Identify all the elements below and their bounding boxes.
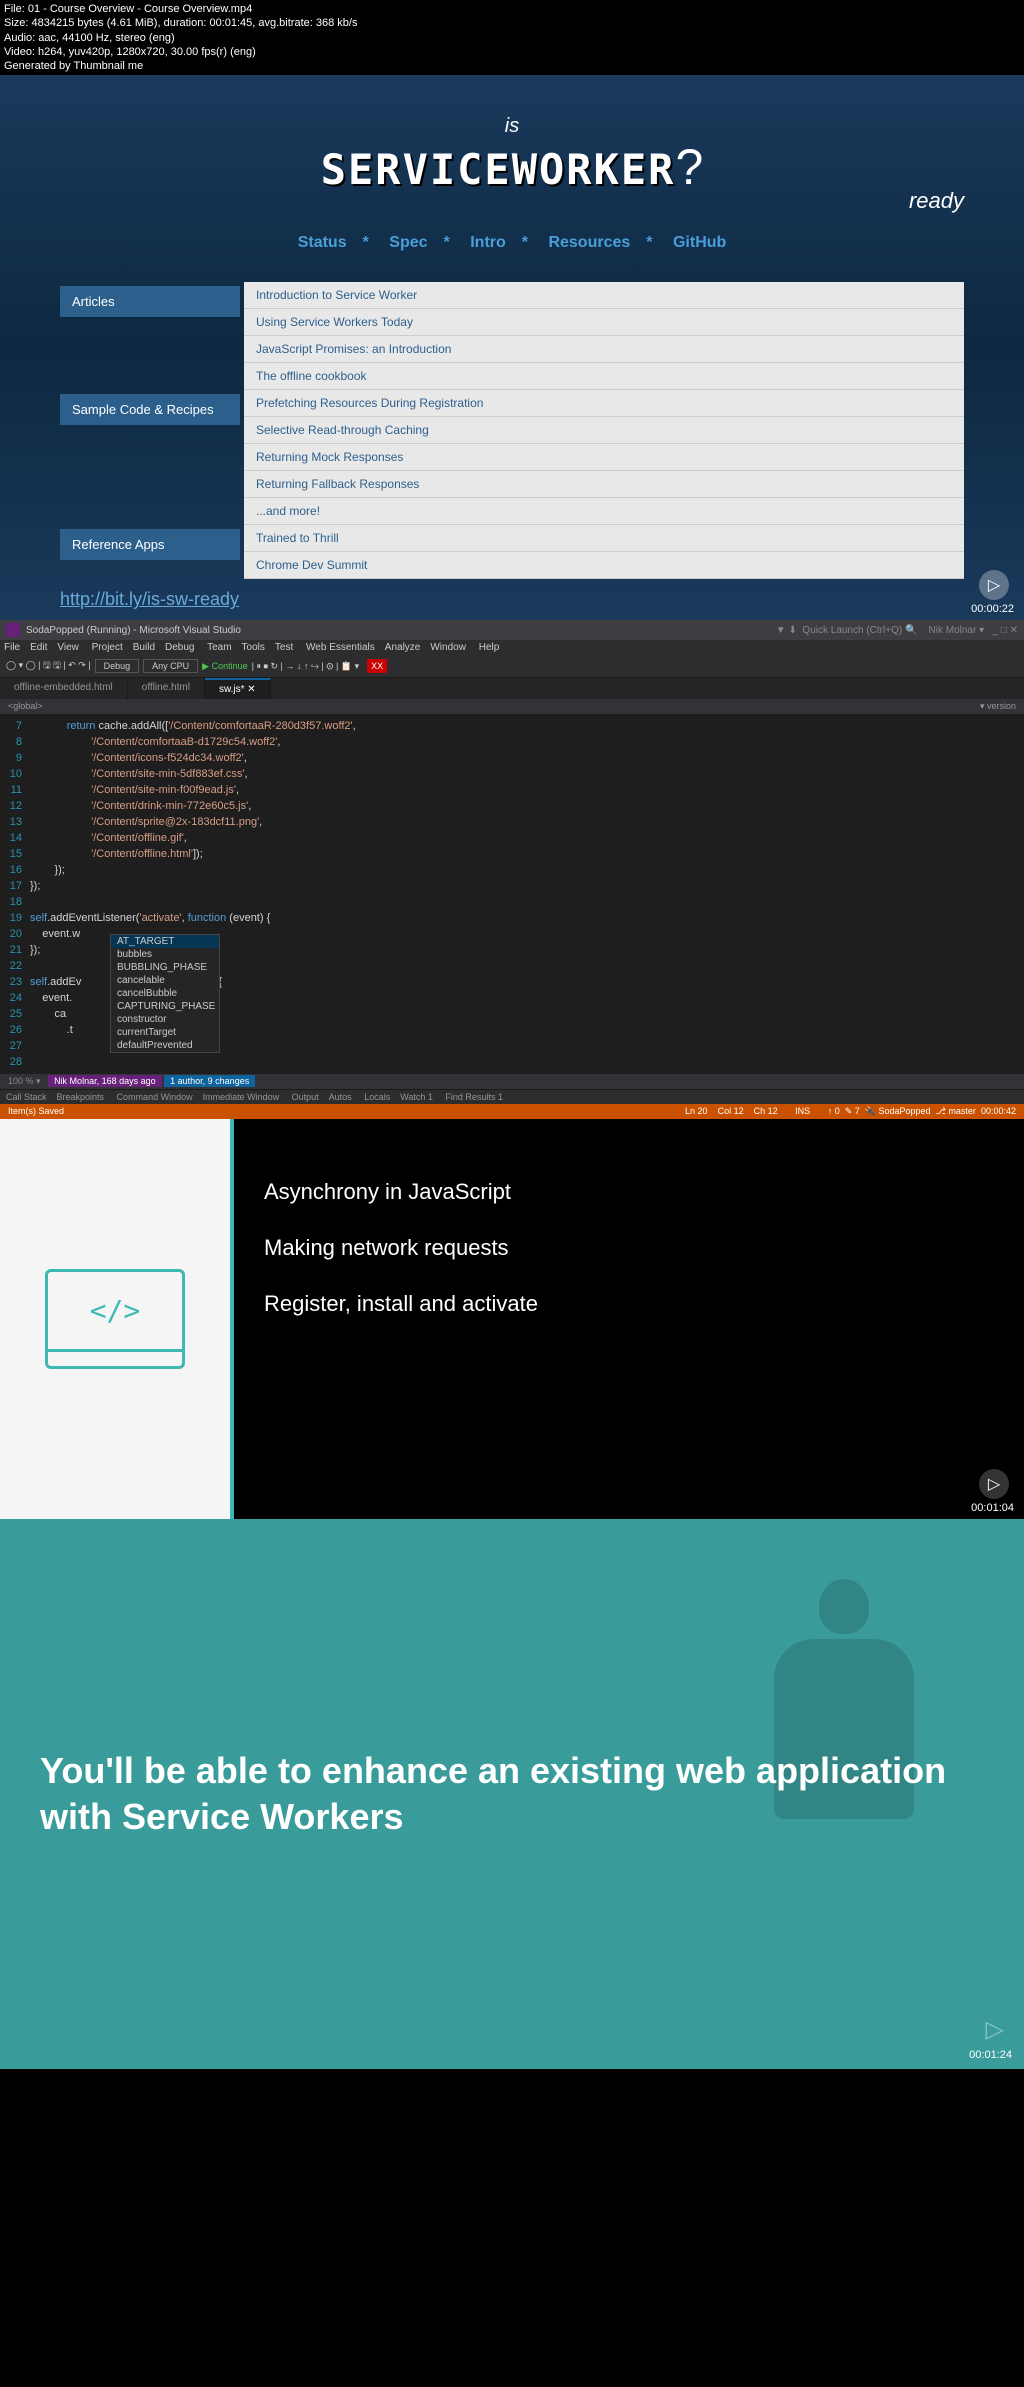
play-icon[interactable]: ▷ bbox=[979, 570, 1009, 600]
laptop-code-icon: </> bbox=[45, 1269, 185, 1369]
serviceworker-logo: is SERVICEWORKER? ready bbox=[60, 115, 964, 214]
code-line[interactable]: 28 bbox=[0, 1054, 1024, 1070]
section-link[interactable]: ...and more! bbox=[244, 498, 964, 525]
section-link[interactable]: Trained to Thrill bbox=[244, 525, 964, 552]
timestamp: 00:01:04 bbox=[971, 1502, 1014, 1514]
intellisense-item[interactable]: constructor bbox=[111, 1013, 219, 1026]
timestamp: 00:00:22 bbox=[971, 603, 1014, 615]
thumbnail-4: You'll be able to enhance an existing we… bbox=[0, 1519, 1024, 2069]
code-editor[interactable]: 7 return cache.addAll(['/Content/comfort… bbox=[0, 714, 1024, 1074]
section-header: Articles bbox=[60, 286, 240, 317]
code-line[interactable]: 15 '/Content/offline.html']); bbox=[0, 846, 1024, 862]
code-line[interactable]: 9 '/Content/icons-f524dc34.woff2', bbox=[0, 750, 1024, 766]
timestamp: 00:01:24 bbox=[969, 2049, 1012, 2061]
play-icon[interactable]: ▷ bbox=[986, 2015, 1004, 2044]
code-line[interactable]: 19self.addEventListener('activate', func… bbox=[0, 910, 1024, 926]
code-line[interactable]: 8 '/Content/comfortaaB-d1729c54.woff2', bbox=[0, 734, 1024, 750]
editor-tabs[interactable]: offline-embedded.html offline.html sw.js… bbox=[0, 678, 1024, 699]
section-header: Reference Apps bbox=[60, 529, 240, 560]
tab-offline-embedded[interactable]: offline-embedded.html bbox=[0, 678, 128, 699]
icon-sidebar: </> bbox=[0, 1119, 230, 1519]
output-tabs[interactable]: Call StackBreakpoints Command WindowImme… bbox=[0, 1089, 1024, 1104]
intellisense-item[interactable]: currentTarget bbox=[111, 1026, 219, 1039]
vs-icon bbox=[6, 623, 20, 637]
vs-menubar[interactable]: FileEditView ProjectBuildDebug TeamTools… bbox=[0, 640, 1024, 655]
intellisense-item[interactable]: AT_TARGET bbox=[111, 935, 219, 948]
section-link[interactable]: Returning Mock Responses bbox=[244, 444, 964, 471]
vs-titlebar: SodaPopped (Running) - Microsoft Visual … bbox=[0, 620, 1024, 640]
section-link[interactable]: The offline cookbook bbox=[244, 363, 964, 390]
intellisense-item[interactable]: bubbles bbox=[111, 948, 219, 961]
intellisense-item[interactable]: cancelable bbox=[111, 974, 219, 987]
thumbnail-3: </> Asynchrony in JavaScript Making netw… bbox=[0, 1119, 1024, 1519]
vs-toolbar[interactable]: ◯ ▾ ◯ | 🖫 🖫 | ↶ ↷ | Debug Any CPU ▶ Cont… bbox=[0, 655, 1024, 678]
intellisense-item[interactable]: BUBBLING_PHASE bbox=[111, 961, 219, 974]
code-line[interactable]: 18 bbox=[0, 894, 1024, 910]
section-link[interactable]: Selective Read-through Caching bbox=[244, 417, 964, 444]
section-link[interactable]: Chrome Dev Summit bbox=[244, 552, 964, 579]
nav-menu[interactable]: Status* Spec* Intro* Resources* GitHub bbox=[60, 234, 964, 252]
file-metadata: File: 01 - Course Overview - Course Over… bbox=[0, 0, 1024, 75]
code-line[interactable]: 14 '/Content/offline.gif', bbox=[0, 830, 1024, 846]
section-link[interactable]: JavaScript Promises: an Introduction bbox=[244, 336, 964, 363]
git-blame-bar: 100 % ▾ Nik Molnar, 168 days ago 1 autho… bbox=[0, 1074, 1024, 1089]
tab-offline[interactable]: offline.html bbox=[128, 678, 205, 699]
intellisense-item[interactable]: defaultPrevented bbox=[111, 1039, 219, 1052]
section-link[interactable]: Returning Fallback Responses bbox=[244, 471, 964, 498]
status-bar: Item(s) Saved Ln 20 Col 12 Ch 12 INS ↑ 0… bbox=[0, 1104, 1024, 1119]
code-line[interactable]: 7 return cache.addAll(['/Content/comfort… bbox=[0, 718, 1024, 734]
section-link[interactable]: Using Service Workers Today bbox=[244, 309, 964, 336]
code-line[interactable]: 17}); bbox=[0, 878, 1024, 894]
intellisense-popup[interactable]: AT_TARGETbubblesBUBBLING_PHASEcancelable… bbox=[110, 934, 220, 1053]
section-link[interactable]: Prefetching Resources During Registratio… bbox=[244, 390, 964, 417]
code-line[interactable]: 10 '/Content/site-min-5df883ef.css', bbox=[0, 766, 1024, 782]
code-line[interactable]: 13 '/Content/sprite@2x-183dcf11.png', bbox=[0, 814, 1024, 830]
code-line[interactable]: 16 }); bbox=[0, 862, 1024, 878]
code-line[interactable]: 11 '/Content/site-min-f00f9ead.js', bbox=[0, 782, 1024, 798]
intellisense-item[interactable]: CAPTURING_PHASE bbox=[111, 1000, 219, 1013]
tab-swjs[interactable]: sw.js* ✕ bbox=[205, 678, 271, 699]
breadcrumb[interactable]: <global> ▾ version bbox=[0, 699, 1024, 714]
intellisense-item[interactable]: cancelBubble bbox=[111, 987, 219, 1000]
headline-text: You'll be able to enhance an existing we… bbox=[40, 1748, 984, 1842]
section-header: Sample Code & Recipes bbox=[60, 394, 240, 425]
code-line[interactable]: 12 '/Content/drink-min-772e60c5.js', bbox=[0, 798, 1024, 814]
topics-list: Asynchrony in JavaScript Making network … bbox=[230, 1119, 1024, 1519]
thumbnail-1: is SERVICEWORKER? ready Status* Spec* In… bbox=[0, 75, 1024, 620]
section-link[interactable]: Introduction to Service Worker bbox=[244, 282, 964, 309]
thumbnail-2-visualstudio: SodaPopped (Running) - Microsoft Visual … bbox=[0, 620, 1024, 1119]
url-link[interactable]: http://bit.ly/is-sw-ready bbox=[60, 589, 964, 610]
